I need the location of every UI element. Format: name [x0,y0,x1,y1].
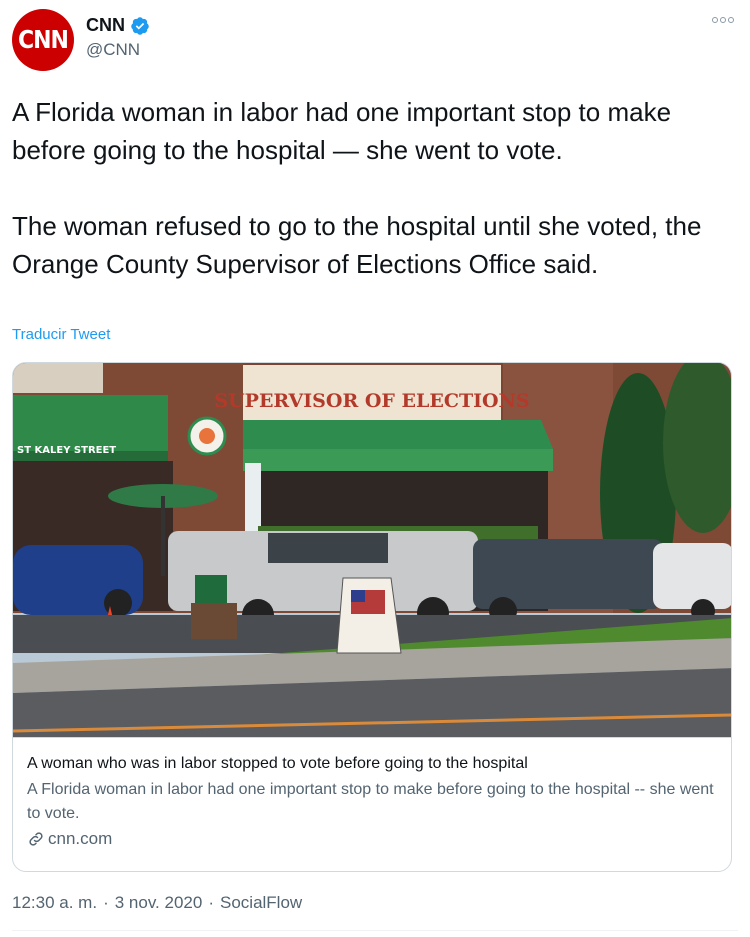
meta-separator: · [103,893,109,912]
cnn-logo: CNN [18,25,69,55]
link-icon [29,832,43,846]
verified-badge-icon [131,16,149,35]
author-names: CNN @CNN [86,15,150,60]
tweet-header: CNN CNN @CNN [12,9,738,73]
divider [12,930,738,931]
more-dot [712,17,718,23]
display-name[interactable]: CNN [86,15,125,36]
translate-tweet-link[interactable]: Traducir Tweet [12,326,110,343]
election-office-photo: SUPERVISOR OF ELECTIONS ST KALEY STREET [13,363,731,737]
handle[interactable]: @CNN [86,40,150,60]
avatar[interactable]: CNN [12,9,74,71]
tweet-text: A Florida woman in labor had one importa… [12,93,738,283]
display-name-row: CNN [86,15,150,36]
more-options-icon[interactable] [712,17,734,29]
tweet-date[interactable]: 3 nov. 2020 [115,893,203,913]
link-card[interactable]: SUPERVISOR OF ELECTIONS ST KALEY STREET [12,362,732,872]
tweet-time[interactable]: 12:30 a. m. [12,893,97,913]
tweet-meta: 12:30 a. m. · 3 nov. 2020 · SocialFlow [12,893,302,913]
tweet-source[interactable]: SocialFlow [220,893,302,913]
street-sign-text: ST KALEY STREET [17,445,116,456]
more-dot [720,17,726,23]
tweet-paragraph: The woman refused to go to the hospital … [12,211,702,279]
building-sign-text: SUPERVISOR OF ELECTIONS [214,390,529,412]
card-image[interactable]: SUPERVISOR OF ELECTIONS ST KALEY STREET [13,363,731,737]
card-body[interactable]: A woman who was in labor stopped to vote… [13,737,731,871]
tweet-paragraph: A Florida woman in labor had one importa… [12,97,672,165]
card-link-row[interactable]: cnn.com [27,829,717,849]
meta-separator: · [208,893,214,912]
card-title[interactable]: A woman who was in labor stopped to vote… [27,753,717,775]
card-description: A Florida woman in labor had one importa… [27,781,714,822]
card-domain[interactable]: cnn.com [48,829,112,849]
more-dot [728,17,734,23]
